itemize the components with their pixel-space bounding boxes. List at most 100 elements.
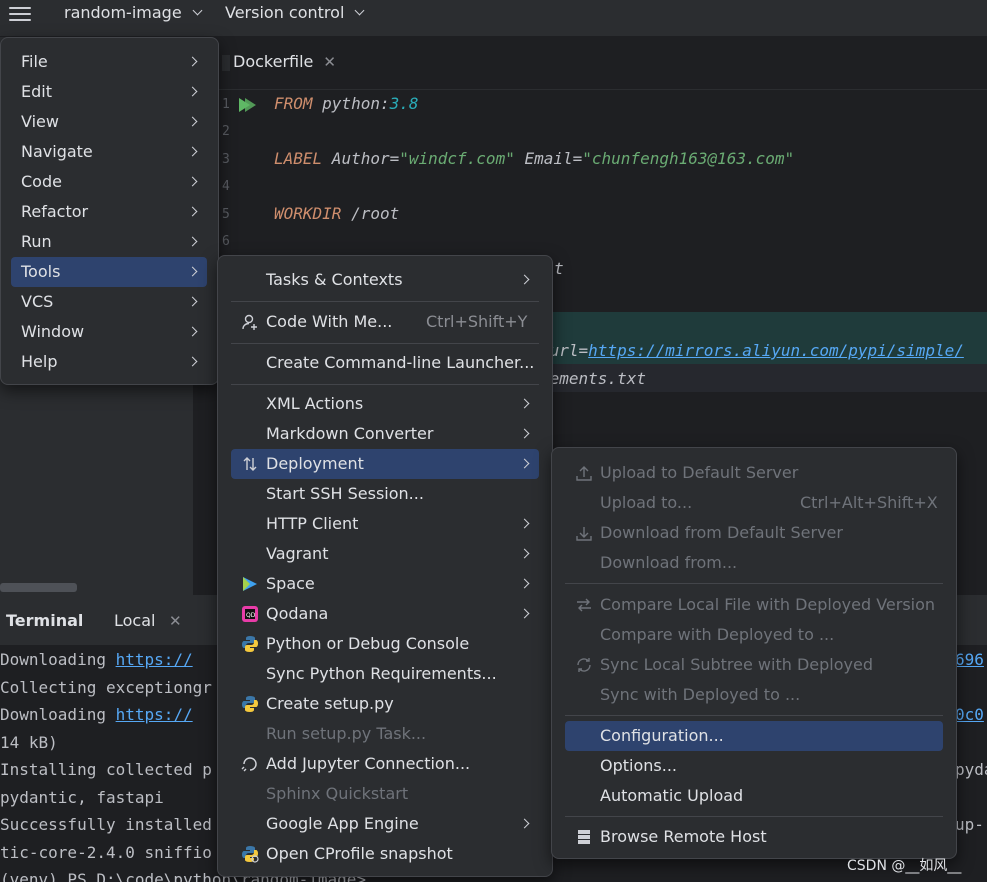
chevron-right-icon bbox=[188, 327, 198, 337]
terminal-line: Installing collected p bbox=[0, 760, 212, 779]
menu-item-xml-actions[interactable]: XML Actions bbox=[231, 389, 539, 419]
menu-item-deployment[interactable]: Deployment bbox=[231, 449, 539, 479]
menu-item-help[interactable]: Help bbox=[11, 347, 207, 377]
menu-item-space[interactable]: Space bbox=[231, 569, 539, 599]
tab-dockerfile[interactable]: Dockerfile✕ bbox=[222, 52, 336, 78]
terminal-line: Downloading https:// bbox=[0, 650, 193, 669]
vcs-selector[interactable]: Version control bbox=[225, 3, 363, 22]
horizontal-scrollbar[interactable] bbox=[0, 583, 77, 592]
menu-item-file[interactable]: File bbox=[11, 47, 207, 77]
menu-item-code-with-me[interactable]: Code With Me...Ctrl+Shift+Y bbox=[231, 307, 539, 337]
menu-item-run[interactable]: Run bbox=[11, 227, 207, 257]
terminal-tab-local[interactable]: Local bbox=[114, 611, 155, 630]
code-line-10[interactable]: rements.txt bbox=[540, 369, 646, 388]
menu-item-sync-requirements[interactable]: Sync Python Requirements... bbox=[231, 659, 539, 689]
code-line-3[interactable]: LABEL Author="windcf.com" Email="chunfen… bbox=[274, 149, 794, 168]
chevron-right-icon bbox=[520, 519, 530, 529]
menu-item-code[interactable]: Code bbox=[11, 167, 207, 197]
terminal-line: Successfully installed bbox=[0, 815, 212, 834]
cprofile-python-icon bbox=[241, 845, 259, 863]
code-line-7[interactable]: t bbox=[554, 259, 564, 278]
terminal-title: Terminal bbox=[6, 611, 83, 630]
menu-item-configuration[interactable]: Configuration... bbox=[565, 721, 943, 751]
menu-item-upload-default: Upload to Default Server bbox=[565, 458, 943, 488]
menu-item-tasks-contexts[interactable]: Tasks & Contexts bbox=[231, 265, 539, 295]
chevron-right-icon bbox=[520, 399, 530, 409]
chevron-right-icon bbox=[188, 267, 198, 277]
menu-item-navigate[interactable]: Navigate bbox=[11, 137, 207, 167]
main-menu-icon[interactable] bbox=[9, 5, 31, 27]
chevron-down-icon bbox=[355, 6, 365, 16]
menu-item-download-from: Download from... bbox=[565, 548, 943, 578]
code-line-1[interactable]: FROM python:3.8 bbox=[274, 94, 419, 113]
deployment-submenu: Upload to Default Server Upload to...Ctr… bbox=[551, 447, 957, 859]
menu-item-create-setup-py[interactable]: Create setup.py bbox=[231, 689, 539, 719]
chevron-right-icon bbox=[520, 429, 530, 439]
download-icon bbox=[575, 524, 593, 542]
line-number: 6 bbox=[222, 234, 230, 249]
menu-item-window[interactable]: Window bbox=[11, 317, 207, 347]
chevron-right-icon bbox=[188, 177, 198, 187]
chevron-right-icon bbox=[188, 87, 198, 97]
jupyter-connection-icon bbox=[241, 755, 259, 773]
menu-item-open-cprofile[interactable]: Open CProfile snapshot bbox=[231, 839, 539, 869]
person-add-icon bbox=[241, 313, 259, 331]
menu-item-google-app-engine[interactable]: Google App Engine bbox=[231, 809, 539, 839]
menu-item-markdown-converter[interactable]: Markdown Converter bbox=[231, 419, 539, 449]
chevron-right-icon bbox=[520, 459, 530, 469]
run-icon-secondary bbox=[245, 98, 256, 112]
menu-item-http-client[interactable]: HTTP Client bbox=[231, 509, 539, 539]
line-number: 4 bbox=[222, 179, 230, 194]
menu-item-view[interactable]: View bbox=[11, 107, 207, 137]
title-bar: random-image Version control bbox=[0, 0, 987, 37]
terminal-line: Downloading https:// bbox=[0, 705, 193, 724]
terminal-line: Collecting exceptiongr bbox=[0, 678, 212, 697]
menu-item-tools[interactable]: Tools bbox=[11, 257, 207, 287]
python-icon bbox=[241, 635, 259, 653]
menu-item-compare-with: Compare with Deployed to ... bbox=[565, 620, 943, 650]
menu-item-cli-launcher[interactable]: Create Command-line Launcher... bbox=[231, 348, 539, 378]
sync-icon bbox=[575, 656, 593, 674]
chevron-right-icon bbox=[188, 297, 198, 307]
menu-item-upload-to: Upload to...Ctrl+Alt+Shift+X bbox=[565, 488, 943, 518]
menu-item-edit[interactable]: Edit bbox=[11, 77, 207, 107]
space-logo-icon bbox=[241, 575, 259, 593]
server-icon bbox=[575, 828, 593, 846]
menu-item-sync-subtree: Sync Local Subtree with Deployed bbox=[565, 650, 943, 680]
menu-item-add-jupyter[interactable]: Add Jupyter Connection... bbox=[231, 749, 539, 779]
menu-item-sphinx-quickstart: Sphinx Quickstart bbox=[231, 779, 539, 809]
menu-item-browse-remote-host[interactable]: Browse Remote Host bbox=[565, 822, 943, 852]
chevron-right-icon bbox=[188, 117, 198, 127]
chevron-down-icon bbox=[192, 6, 202, 16]
line-number: 2 bbox=[222, 124, 230, 139]
menu-item-options[interactable]: Options... bbox=[565, 751, 943, 781]
menu-item-sync-with: Sync with Deployed to ... bbox=[565, 680, 943, 710]
menu-item-refactor[interactable]: Refactor bbox=[11, 197, 207, 227]
menu-item-download-default: Download from Default Server bbox=[565, 518, 943, 548]
menu-item-compare-local: Compare Local File with Deployed Version bbox=[565, 590, 943, 620]
menu-item-vagrant[interactable]: Vagrant bbox=[231, 539, 539, 569]
menu-item-run-setup-task: Run setup.py Task... bbox=[231, 719, 539, 749]
close-terminal-tab-icon[interactable]: ✕ bbox=[169, 612, 182, 630]
chevron-right-icon bbox=[188, 357, 198, 367]
menu-item-qodana[interactable]: QD Qodana bbox=[231, 599, 539, 629]
upload-icon bbox=[575, 464, 593, 482]
chevron-right-icon bbox=[520, 579, 530, 589]
qodana-logo-icon: QD bbox=[241, 605, 259, 623]
code-line-9[interactable]: -url=https://mirrors.aliyun.com/pypi/sim… bbox=[540, 341, 964, 360]
chevron-right-icon bbox=[520, 275, 530, 285]
code-line-5[interactable]: WORKDIR /root bbox=[274, 204, 399, 223]
chevron-right-icon bbox=[188, 237, 198, 247]
menu-item-vcs[interactable]: VCS bbox=[11, 287, 207, 317]
project-selector[interactable]: random-image bbox=[64, 3, 201, 22]
menu-item-python-console[interactable]: Python or Debug Console bbox=[231, 629, 539, 659]
close-tab-icon[interactable]: ✕ bbox=[323, 53, 336, 71]
chevron-right-icon bbox=[520, 819, 530, 829]
compare-arrows-icon bbox=[575, 596, 593, 614]
terminal-line: tic-core-2.4.0 sniffio bbox=[0, 843, 212, 862]
menu-item-automatic-upload[interactable]: Automatic Upload bbox=[565, 781, 943, 811]
terminal-line-tail: 0c0 bbox=[955, 705, 984, 724]
vcs-label: Version control bbox=[225, 3, 344, 22]
chevron-right-icon bbox=[520, 609, 530, 619]
menu-item-start-ssh[interactable]: Start SSH Session... bbox=[231, 479, 539, 509]
